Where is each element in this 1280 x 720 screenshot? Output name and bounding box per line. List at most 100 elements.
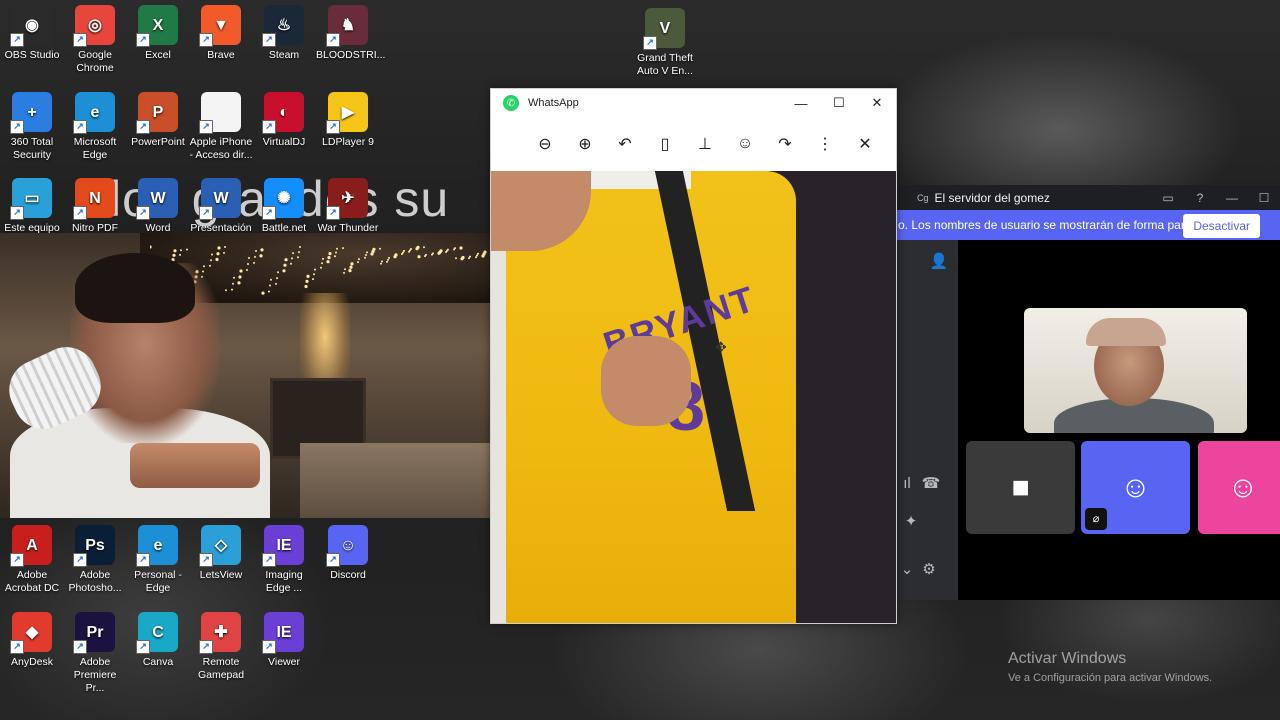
light-dot xyxy=(439,249,443,253)
desktop-icon[interactable]: ✺ ↗ Battle.net xyxy=(252,178,316,235)
desktop-icon[interactable]: IE ↗ Viewer xyxy=(252,612,316,669)
banner-text: o. Los nombres de usuario se mostrarán d… xyxy=(898,218,1207,232)
desktop-icon-label: Personal - Edge xyxy=(134,569,182,594)
desktop-icon-label: LetsView xyxy=(199,569,243,581)
desktop-icon[interactable]: e ↗ Microsoft Edge xyxy=(63,92,127,162)
light-dot xyxy=(416,245,420,249)
webcam-overlay xyxy=(0,233,505,518)
desktop-icon[interactable]: X ↗ Excel xyxy=(126,5,190,62)
activity-icon[interactable]: ✦ xyxy=(899,510,923,534)
app-icon: W ↗ xyxy=(136,178,178,220)
zoom-in-icon[interactable]: ⊕ xyxy=(573,132,597,156)
light-dot xyxy=(259,254,263,258)
light-dot xyxy=(417,255,421,259)
light-dot xyxy=(335,251,337,254)
move-cursor-icon: ✥ xyxy=(715,339,727,355)
desktop-icon[interactable]: IE ↗ Imaging Edge ... xyxy=(252,525,316,595)
desktop-icon[interactable]: ♨ ↗ Steam xyxy=(252,5,316,62)
desktop-icon[interactable]: ◉ ↗ OBS Studio xyxy=(0,5,64,62)
desktop-icon-label: Grand Theft Auto V En... xyxy=(636,52,694,77)
light-dot xyxy=(336,247,338,250)
zoom-out-icon[interactable]: ⊖ xyxy=(533,132,557,156)
app-icon: ▼ ↗ xyxy=(199,5,241,47)
minimize-button[interactable]: — xyxy=(782,89,820,117)
shortcut-arrow-icon: ↗ xyxy=(10,553,24,567)
shortcut-arrow-icon: ↗ xyxy=(262,120,276,134)
desktop-icon[interactable]: ✈ ↗ War Thunder xyxy=(316,178,380,235)
desktop-icon[interactable]: ☺ ↗ Discord xyxy=(316,525,380,582)
pin-icon[interactable]: ⊥ xyxy=(693,132,717,156)
more-options-icon[interactable]: ⋮ xyxy=(813,132,837,156)
light-dot xyxy=(180,249,182,252)
discord-tile-pink[interactable]: ☺ xyxy=(1198,441,1280,534)
media-photo[interactable]: BRYANT 8 ✥ xyxy=(491,171,896,623)
shortcut-arrow-icon: ↗ xyxy=(262,640,276,654)
light-dot xyxy=(320,266,322,269)
chevron-down-icon[interactable]: ⌄ xyxy=(895,558,919,582)
app-icon: ☺ ↗ xyxy=(326,525,368,567)
desktop-icon[interactable]: P ↗ PowerPoint xyxy=(126,92,190,149)
minimize-button[interactable]: — xyxy=(1216,185,1248,210)
desktop-icon[interactable]: ◇ ↗ LetsView xyxy=(189,525,253,582)
discord-tile-blue[interactable]: ☺ ⌀ xyxy=(1081,441,1190,534)
app-icon: IE ↗ xyxy=(262,612,304,654)
desktop-icon[interactable]: + ↗ 360 Total Security xyxy=(0,92,64,162)
desktop-icon[interactable]: ◆ ↗ AnyDesk xyxy=(0,612,64,669)
desktop-icon[interactable]: Ps ↗ Adobe Photosho... xyxy=(63,525,127,595)
close-viewer-icon[interactable]: ✕ xyxy=(853,132,877,156)
react-emoji-icon[interactable]: ☺ xyxy=(733,132,757,156)
desktop-icon[interactable]: ◎ ↗ Google Chrome xyxy=(63,5,127,75)
reply-icon[interactable]: ↶ xyxy=(613,132,637,156)
desktop-icon[interactable]: ↗ Apple iPhone - Acceso dir... xyxy=(189,92,253,162)
desktop-icon[interactable]: W ↗ Word xyxy=(126,178,190,235)
discord-logo-icon: ☺ xyxy=(1120,470,1151,504)
maximize-button[interactable]: ☐ xyxy=(1248,185,1280,210)
app-glyph-icon: + xyxy=(27,103,37,121)
bookmark-icon[interactable]: ▯ xyxy=(653,132,677,156)
light-dot xyxy=(321,262,323,265)
desktop-icon[interactable]: ✚ ↗ Remote Gamepad xyxy=(189,612,253,682)
light-dot xyxy=(260,248,264,252)
help-icon[interactable]: ? xyxy=(1184,185,1216,210)
desktop-icon[interactable]: V ↗ Grand Theft Auto V En... xyxy=(633,8,697,78)
desktop-icon[interactable]: ▶ ↗ LDPlayer 9 xyxy=(316,92,380,149)
discord-titlebar: Cg El servidor del gomez ▭ ? — ☐ xyxy=(895,185,1280,210)
light-dot xyxy=(277,271,279,274)
desktop-icon[interactable]: ◐ ↗ VirtualDJ xyxy=(252,92,316,149)
light-dot xyxy=(254,255,256,258)
desktop-icon[interactable]: e ↗ Personal - Edge xyxy=(126,525,190,595)
forward-icon[interactable]: ↷ xyxy=(773,132,797,156)
close-button[interactable]: ✕ xyxy=(858,89,896,117)
settings-gear-icon[interactable]: ⚙ xyxy=(917,558,941,582)
disconnect-icon[interactable]: ☎ xyxy=(919,472,943,496)
light-dot xyxy=(268,290,270,293)
deactivate-button[interactable]: Desactivar xyxy=(1183,214,1260,238)
desktop-icon[interactable]: ♞ ↗ BLOODSTRI... xyxy=(316,5,385,62)
light-dot xyxy=(225,289,227,292)
discord-sidebar: 👤 ıl ☎ ✦ ⌄ ⚙ xyxy=(895,240,958,600)
desktop-icon[interactable]: Pr ↗ Adobe Premiere Pr... xyxy=(63,612,127,695)
light-dot xyxy=(350,262,354,266)
inbox-icon[interactable]: ▭ xyxy=(1152,185,1184,210)
desktop-icon[interactable]: C ↗ Canva xyxy=(126,612,190,669)
app-icon: Ps ↗ xyxy=(73,525,115,567)
add-friend-icon[interactable]: 👤 xyxy=(927,250,951,274)
light-dot xyxy=(432,252,434,255)
light-dot xyxy=(386,260,388,263)
app-glyph-icon: ✺ xyxy=(277,189,291,207)
participant-video[interactable] xyxy=(1024,308,1247,433)
person-hair xyxy=(75,253,195,323)
shortcut-arrow-icon: ↗ xyxy=(136,206,150,220)
desktop-icon[interactable]: W ↗ Presentación xyxy=(189,178,253,235)
app-icon: ✈ ↗ xyxy=(326,178,368,220)
light-dot xyxy=(403,249,405,252)
desktop-icon[interactable]: A ↗ Adobe Acrobat DC xyxy=(0,525,64,595)
voice-waves-icon[interactable]: ıl xyxy=(895,472,919,496)
desktop-icon[interactable]: ▭ ↗ Este equipo xyxy=(0,178,64,235)
desktop-icon[interactable]: ▼ ↗ Brave xyxy=(189,5,253,62)
self-video-tile[interactable]: ■ xyxy=(966,441,1075,534)
light-dot xyxy=(348,269,352,273)
app-glyph-icon: ◎ xyxy=(88,16,102,34)
maximize-button[interactable]: ☐ xyxy=(820,89,858,117)
discord-logo-icon: ☺ xyxy=(1227,470,1259,504)
